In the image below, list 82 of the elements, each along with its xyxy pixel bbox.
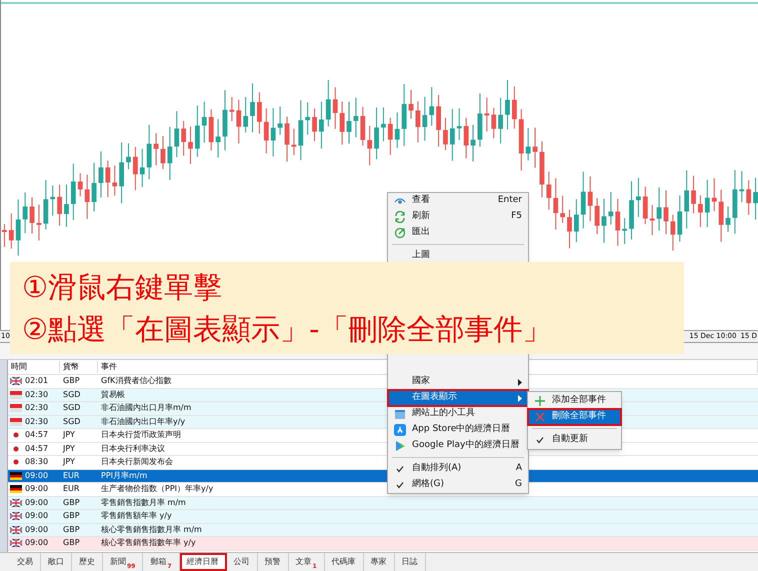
table-cell-text: JPY [62,456,76,468]
table-cell-text: JPY [62,442,76,455]
tab[interactable]: 專家 [364,553,395,571]
table-cell: 04:57 [25,429,48,442]
table-cell-text: 貿易帳 [100,388,126,401]
tab[interactable]: 經濟日曆 [180,553,227,571]
flag-icon [10,377,22,386]
menu-item[interactable]: 上圖 [388,248,528,264]
table-row[interactable]: 09:00 GBP 零售銷售額年率 y/y [8,510,758,524]
tab[interactable]: 日誌 [394,553,426,571]
table-cell-text: 非石油國內出口月率m/m [100,402,192,414]
table-cell-text: 零售銷售額年率 y/y [100,510,173,522]
table-row[interactable]: 09:00 GBP 核心零售銷售指數年率 y/y [8,537,758,550]
table-cell-text: 核心零售銷售指數月率 m/m [100,524,203,536]
table-cell-text: EUR [62,483,80,496]
flag-icon [10,485,22,494]
flag-icon [10,539,22,548]
table-cell-text: GBP [62,537,81,550]
tab[interactable]: 歷史 [72,553,103,571]
annotation-text: ①滑鼠右鍵單擊 [22,269,223,306]
table-cell-text: GBP [62,496,81,509]
table-cell: 09:00 [25,483,48,496]
table-cell: 08:30 [25,456,48,468]
calendar-icon [394,408,406,420]
submenu-arrow-icon [518,378,522,386]
menu-item[interactable]: 刷新 F5 [388,209,528,225]
plus-icon [534,395,546,407]
table-cell-text: 日本央行新闻发布会 [100,456,174,468]
table-cell-text: GfK消費者信心指數 [100,375,172,388]
menu-item[interactable]: 匯出 [388,225,528,241]
tab[interactable]: 交易 [10,553,41,571]
table-cell-text: PPI月率m/m [100,470,148,482]
table-cell-text: EUR [62,470,80,482]
tab[interactable]: 預警 [258,553,289,571]
table-row[interactable]: 09:00 GBP 零售銷售指數月率 m/m [8,496,758,510]
table-cell-text: 日本央行货币政策声明 [100,429,182,442]
tab[interactable]: 敞口 [41,553,72,571]
table-cell: 02:01 [25,375,48,388]
column-header[interactable]: 時間 [8,361,60,373]
table-cell: 09:00 [25,537,48,550]
flag-icon [10,418,22,426]
table-cell: 09:00 [25,496,48,509]
table-cell-text: JPY [62,429,76,442]
export-icon [394,227,406,239]
table-cell-text: GBP [62,375,81,388]
menu-item[interactable]: 國家 [388,374,528,390]
table-cell: 04:57 [25,442,48,455]
play-store-icon [394,440,406,452]
flag-icon [10,526,22,534]
table-cell-text: 非石油國內出口年率y/y [100,416,186,428]
table-cell: 09:00 [25,524,48,536]
menu-item[interactable]: 刪除全部事件 [528,409,621,425]
flag-icon [10,512,22,520]
tab[interactable]: 公司 [226,553,258,571]
table-cell-text: SGD [62,416,82,428]
refresh-icon [394,211,406,223]
menu-item[interactable]: 查看 Enter [388,193,528,209]
flag-icon [10,390,22,399]
table-cell-text: SGD [62,388,82,401]
table-cell-text: GBP [62,510,81,522]
close-icon [534,411,546,423]
table-cell: 02:30 [25,388,48,401]
table-cell-text: GBP [62,524,81,536]
table-cell: 02:30 [25,402,48,414]
annotation-text: ②點選「在圖表顯示」-「刪除全部事件」 [22,311,552,348]
menu-item[interactable]: 在圖表顯示 [388,390,528,406]
submenu-arrow-icon [518,394,522,402]
table-cell-text: 零售銷售指數月率 m/m [100,496,187,509]
flag-icon [10,498,22,507]
table-cell: 02:30 [25,416,48,428]
table-cell-text: SGD [62,402,82,414]
table-cell-text: 核心零售銷售指數年率 y/y [100,537,197,550]
table-cell: 09:00 [25,510,48,522]
flag-icon [10,472,22,480]
table-cell-text: 生产者物价指数（PPI）年率y/y [100,483,214,496]
table-cell: 09:00 [25,470,48,482]
tab[interactable]: 代碼庫 [324,553,364,571]
appstore-icon [394,424,406,436]
table-row[interactable]: 09:00 GBP 核心零售銷售指數月率 m/m [8,524,758,537]
column-header[interactable]: 貨幣 [60,361,98,373]
flag-icon [10,404,22,412]
table-cell-text: 日本央行利率决议 [100,442,166,455]
